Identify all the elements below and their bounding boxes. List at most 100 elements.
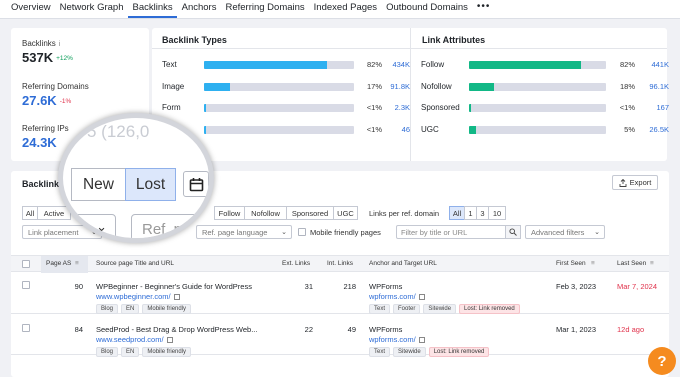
source-tags: Blog EN Mobile friendly <box>96 346 194 357</box>
distribution-count[interactable]: 91.8K <box>380 82 410 91</box>
sort-icon[interactable]: ≡ <box>650 260 654 267</box>
title-url-search-input[interactable]: Filter by title or URL <box>396 225 506 239</box>
source-url-link[interactable]: www.seedprod.com/ <box>96 335 173 344</box>
header-ext-links[interactable]: Ext. Links <box>282 260 310 267</box>
distribution-count[interactable]: 46 <box>380 125 410 134</box>
distribution-row: UGC 5% 26.5K <box>421 125 671 135</box>
mobile-friendly-checkbox[interactable] <box>298 228 306 236</box>
tab-network-graph[interactable]: Network Graph <box>56 2 128 18</box>
source-url[interactable]: www.seedprod.com/ <box>96 335 164 344</box>
int-links-value: 218 <box>343 282 356 291</box>
stat-referring-domains-delta: -1% <box>59 98 72 106</box>
distribution-count[interactable]: 2.3K <box>380 103 410 112</box>
tab-anchors[interactable]: Anchors <box>178 2 221 18</box>
first-seen-value: Mar 1, 2023 <box>556 325 597 334</box>
per-domain-all-button[interactable]: All <box>449 206 465 220</box>
report-tabs: Overview Network Graph Backlinks Anchors… <box>0 0 680 19</box>
search-button[interactable] <box>506 225 521 239</box>
distribution-row: Frame<1%46 <box>162 125 412 135</box>
filter-all-button[interactable]: All <box>22 206 38 220</box>
header-last-seen[interactable]: Last Seen <box>617 260 646 267</box>
anchor-tags: Text Footer Sitewide Lost: Link removed <box>369 303 523 314</box>
tab-referring-domains[interactable]: Referring Domains <box>221 2 308 18</box>
external-link-icon[interactable] <box>418 294 425 301</box>
distribution-row: Text 82% 434K <box>162 60 412 70</box>
distribution-label: Sponsored <box>421 103 460 112</box>
row-checkbox[interactable] <box>22 281 30 289</box>
distribution-bar-fill <box>204 83 230 91</box>
distribution-percent: <1% <box>619 103 635 112</box>
distribution-bar-track <box>469 104 606 112</box>
date-range-button[interactable] <box>183 171 209 197</box>
distribution-percent: 82% <box>366 60 382 69</box>
stat-referring-ips-value[interactable]: 24.3K <box>22 135 69 150</box>
help-button[interactable]: ? <box>648 347 676 375</box>
row-checkbox[interactable] <box>22 324 30 332</box>
target-url-link[interactable]: wpforms.com/ <box>369 292 425 301</box>
tab-indexed-pages[interactable]: Indexed Pages <box>310 2 381 18</box>
distribution-percent: 17% <box>366 82 382 91</box>
tab-outbound-domains[interactable]: Outbound Domains <box>382 2 472 18</box>
header-first-seen[interactable]: First Seen <box>556 260 586 267</box>
distribution-row: Follow 82% 441K <box>421 60 671 70</box>
stat-backlinks-label: Backlinks <box>22 39 56 48</box>
tag: Mobile friendly <box>142 347 192 357</box>
tab-overview[interactable]: Overview <box>7 2 55 18</box>
new-filter-button[interactable]: New <box>71 168 126 201</box>
source-url[interactable]: www.wpbeginner.com/ <box>96 292 171 301</box>
select-all-checkbox[interactable] <box>22 260 30 268</box>
distribution-bar-track <box>204 104 354 112</box>
magnified-dropdown-text: nt <box>66 220 79 238</box>
ref-page-language-label: Ref. page language <box>202 227 268 237</box>
header-source-page[interactable]: Source page Title and URL <box>96 260 174 267</box>
lost-filter-button[interactable]: Lost <box>125 168 176 201</box>
chevron-down-icon: ⌄ <box>96 219 107 234</box>
target-url-link[interactable]: wpforms.com/ <box>369 335 425 344</box>
tag: Sitewide <box>423 304 457 314</box>
filter-sponsored-button[interactable]: Sponsored <box>286 206 334 220</box>
distribution-count[interactable]: 26.5K <box>639 125 669 134</box>
stat-referring-domains-value[interactable]: 27.6K <box>22 93 57 108</box>
target-url[interactable]: wpforms.com/ <box>369 292 416 301</box>
external-link-icon[interactable] <box>418 337 425 344</box>
filter-follow-button[interactable]: Follow <box>214 206 245 220</box>
table-row: 84 SeedProd - Best Drag & Drop WordPress… <box>11 314 669 357</box>
tab-backlinks[interactable]: Backlinks <box>128 2 177 18</box>
per-domain-10-button[interactable]: 10 <box>488 206 506 220</box>
tag: EN <box>121 347 140 357</box>
sort-icon[interactable]: ≡ <box>75 260 79 267</box>
distribution-bar-track <box>204 61 354 69</box>
header-page-as[interactable]: Page AS <box>46 260 71 267</box>
filter-ugc-button[interactable]: UGC <box>333 206 358 220</box>
header-int-links[interactable]: Int. Links <box>327 260 353 267</box>
distribution-percent: <1% <box>366 103 382 112</box>
filter-nofollow-button[interactable]: Nofollow <box>244 206 287 220</box>
distribution-count[interactable]: 167 <box>639 103 669 112</box>
sort-icon[interactable]: ≡ <box>591 260 595 267</box>
target-url[interactable]: wpforms.com/ <box>369 335 416 344</box>
ref-page-language-dropdown[interactable]: Ref. page language ⌄ <box>196 225 292 239</box>
first-seen-value: Feb 3, 2023 <box>556 282 597 291</box>
links-per-domain-label: Links per ref. domain <box>369 209 440 218</box>
lost-status-badge: Lost: Link removed <box>459 304 520 314</box>
panel-divider <box>410 28 411 161</box>
tag: Blog <box>96 347 119 357</box>
export-label: Export <box>629 178 652 187</box>
tag: Sitewide <box>393 347 426 357</box>
export-button[interactable]: Export <box>612 175 658 190</box>
advanced-filters-dropdown[interactable]: Advanced filters ⌄ <box>525 225 605 239</box>
distribution-bar-track <box>469 61 606 69</box>
more-tabs-icon[interactable]: ••• <box>473 1 495 18</box>
distribution-bar-fill <box>469 61 582 69</box>
header-anchor-target[interactable]: Anchor and Target URL <box>369 260 437 267</box>
source-title: SeedProd - Best Drag & Drop WordPress We… <box>96 325 258 334</box>
external-link-icon[interactable] <box>173 294 180 301</box>
info-icon[interactable]: i <box>59 41 61 48</box>
chevron-down-icon: ⌄ <box>281 229 287 236</box>
stat-backlinks-delta: +12% <box>56 55 73 63</box>
external-link-icon[interactable] <box>166 337 173 344</box>
distribution-count[interactable]: 441K <box>639 60 669 69</box>
source-url-link[interactable]: www.wpbeginner.com/ <box>96 292 180 301</box>
distribution-count[interactable]: 96.1K <box>639 82 669 91</box>
distribution-count[interactable]: 434K <box>380 60 410 69</box>
